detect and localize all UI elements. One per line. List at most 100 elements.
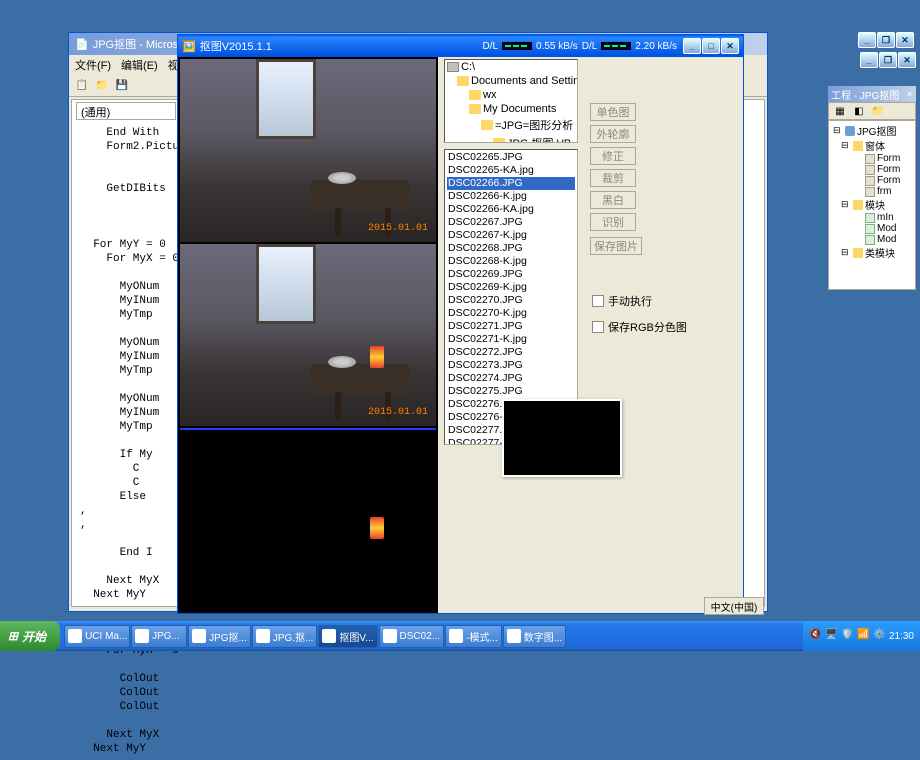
- file-item[interactable]: DSC02275.JPG: [447, 385, 575, 398]
- project-tree-item[interactable]: ⊟JPG抠图: [831, 123, 913, 138]
- project-title-bar[interactable]: 工程 - JPG抠图 ✕: [828, 86, 916, 102]
- btn-recognize[interactable]: 识别: [590, 213, 636, 231]
- start-button[interactable]: ⊞ 开始: [0, 621, 60, 651]
- tree-item[interactable]: =JPG=图形分析: [445, 116, 577, 134]
- mod-icon: [865, 213, 875, 223]
- file-item[interactable]: DSC02267-K.jpg: [447, 229, 575, 242]
- taskbar-item[interactable]: UCI Ma...: [64, 625, 130, 648]
- mdi-minimize-button[interactable]: _: [860, 52, 878, 68]
- taskbar-item[interactable]: -模式...: [445, 625, 502, 648]
- dl-bar-icon: [502, 42, 532, 50]
- file-item[interactable]: DSC02269.JPG: [447, 268, 575, 281]
- file-item[interactable]: DSC02271.JPG: [447, 320, 575, 333]
- project-tree[interactable]: ⊟JPG抠图⊟窗体FormFormFormfrm⊟模块mInModMod⊟类模块: [828, 120, 916, 290]
- sys-close-button[interactable]: ✕: [896, 32, 914, 48]
- project-tree-item[interactable]: Form: [831, 175, 913, 186]
- file-item[interactable]: DSC02266.JPG: [447, 177, 575, 190]
- minimize-button[interactable]: _: [683, 38, 701, 54]
- file-item[interactable]: DSC02266-KA.jpg: [447, 203, 575, 216]
- project-tree-item[interactable]: Form: [831, 164, 913, 175]
- file-item[interactable]: DSC02265-KA.jpg: [447, 164, 575, 177]
- app-icon: [256, 629, 270, 643]
- maximize-button[interactable]: □: [702, 38, 720, 54]
- file-item[interactable]: DSC02268-K.jpg: [447, 255, 575, 268]
- project-tree-item[interactable]: ⊟窗体: [831, 138, 913, 153]
- tree-item[interactable]: JPG.抠图.VB: [445, 134, 577, 143]
- view-code-icon[interactable]: ▦: [831, 102, 849, 120]
- project-tree-item[interactable]: Mod: [831, 234, 913, 245]
- file-item[interactable]: DSC02271-K.jpg: [447, 333, 575, 346]
- file-item[interactable]: DSC02265.JPG: [447, 151, 575, 164]
- system-tray[interactable]: 🔇 🖥️ 🛡️ 📶 ⚙️ 21:30: [803, 621, 920, 651]
- tray-icon[interactable]: 📶: [857, 629, 871, 643]
- main-title-bar[interactable]: 🖼️ 抠图V2015.1.1 D/L 0.55 kB/s D/L 2.20 kB…: [178, 35, 743, 57]
- project-tree-item[interactable]: mIn: [831, 212, 913, 223]
- project-tree-item[interactable]: frm: [831, 186, 913, 197]
- menu-edit[interactable]: 编辑(E): [121, 57, 158, 73]
- checkbox-icon[interactable]: [592, 321, 604, 333]
- project-explorer: _ ❐ ✕ _ ❐ ✕ 工程 - JPG抠图 ✕ ▦ ◧ 📁 ⊟JPG抠图⊟窗体…: [828, 32, 916, 592]
- tb-save-icon[interactable]: 💾: [113, 77, 131, 95]
- file-item[interactable]: DSC02272.JPG: [447, 346, 575, 359]
- sys-restore-button[interactable]: ❐: [877, 32, 895, 48]
- project-toolbar[interactable]: ▦ ◧ 📁: [828, 102, 916, 120]
- tray-icon[interactable]: 🖥️: [825, 629, 839, 643]
- mod-icon: [865, 235, 875, 245]
- file-item[interactable]: DSC02267.JPG: [447, 216, 575, 229]
- checkbox-icon[interactable]: [592, 295, 604, 307]
- file-item[interactable]: DSC02270.JPG: [447, 294, 575, 307]
- proj-close-icon[interactable]: ✕: [906, 90, 913, 99]
- project-tree-item[interactable]: Mod: [831, 223, 913, 234]
- btn-crop[interactable]: 裁剪: [590, 169, 636, 187]
- btn-bw[interactable]: 黑白: [590, 191, 636, 209]
- project-tree-item[interactable]: ⊟类模块: [831, 245, 913, 260]
- taskbar-item[interactable]: JPG...: [131, 625, 187, 648]
- project-tree-item[interactable]: ⊟模块: [831, 197, 913, 212]
- form-icon: [865, 176, 875, 186]
- chk-rgb-row[interactable]: 保存RGB分色图: [592, 319, 687, 335]
- btn-save-image[interactable]: 保存图片: [590, 237, 642, 255]
- taskbar-item[interactable]: JPG.抠...: [252, 625, 318, 648]
- btn-fix[interactable]: 修正: [590, 147, 636, 165]
- app-icon: [322, 629, 336, 643]
- tree-item[interactable]: C:\: [445, 60, 577, 74]
- code-object-dropdown[interactable]: (通用): [76, 102, 176, 120]
- btn-outline[interactable]: 外轮廓: [590, 125, 636, 143]
- file-item[interactable]: DSC02274.JPG: [447, 372, 575, 385]
- vb-icon: 📄: [75, 38, 89, 51]
- file-item[interactable]: DSC02268.JPG: [447, 242, 575, 255]
- folder-tree[interactable]: C:\Documents and SettingswxMy Documents=…: [444, 59, 578, 143]
- tree-item[interactable]: Documents and Settings: [445, 74, 577, 88]
- sys-minimize-button[interactable]: _: [858, 32, 876, 48]
- file-item[interactable]: DSC02266-K.jpg: [447, 190, 575, 203]
- app-title: 抠图V2015.1.1: [196, 38, 483, 54]
- taskbar-item[interactable]: 抠图V...: [318, 625, 377, 648]
- taskbar-item[interactable]: JPG抠...: [188, 625, 251, 648]
- mdi-restore-button[interactable]: ❐: [879, 52, 897, 68]
- file-item[interactable]: DSC02273.JPG: [447, 359, 575, 372]
- chk-manual-row[interactable]: 手动执行: [592, 293, 687, 309]
- btn-mono[interactable]: 单色图: [590, 103, 636, 121]
- tb-add-icon[interactable]: 📋: [73, 77, 91, 95]
- file-item[interactable]: DSC02270-K.jpg: [447, 307, 575, 320]
- mdi-close-button[interactable]: ✕: [898, 52, 916, 68]
- taskbar-item[interactable]: DSC02...: [379, 625, 445, 648]
- tray-icon[interactable]: 🔇: [809, 629, 823, 643]
- file-item[interactable]: DSC02269-K.jpg: [447, 281, 575, 294]
- view-object-icon[interactable]: ◧: [850, 102, 868, 120]
- menu-file[interactable]: 文件(F): [75, 57, 111, 73]
- project-tree-item[interactable]: Form: [831, 153, 913, 164]
- ime-indicator[interactable]: 中文(中国): [704, 597, 764, 615]
- tree-item[interactable]: My Documents: [445, 102, 577, 116]
- close-button[interactable]: ✕: [721, 38, 739, 54]
- tray-icon[interactable]: 🛡️: [841, 629, 855, 643]
- drive-icon: [447, 62, 459, 72]
- form-icon: [865, 187, 875, 197]
- main-body: 2015.01.01 2015.01.01: [178, 57, 743, 613]
- toggle-folders-icon[interactable]: 📁: [869, 102, 887, 120]
- taskbar-item[interactable]: 数字图...: [503, 625, 566, 648]
- tray-icon[interactable]: ⚙️: [873, 629, 887, 643]
- tb-open-icon[interactable]: 📁: [93, 77, 111, 95]
- tree-item[interactable]: wx: [445, 88, 577, 102]
- mod-icon: [865, 224, 875, 234]
